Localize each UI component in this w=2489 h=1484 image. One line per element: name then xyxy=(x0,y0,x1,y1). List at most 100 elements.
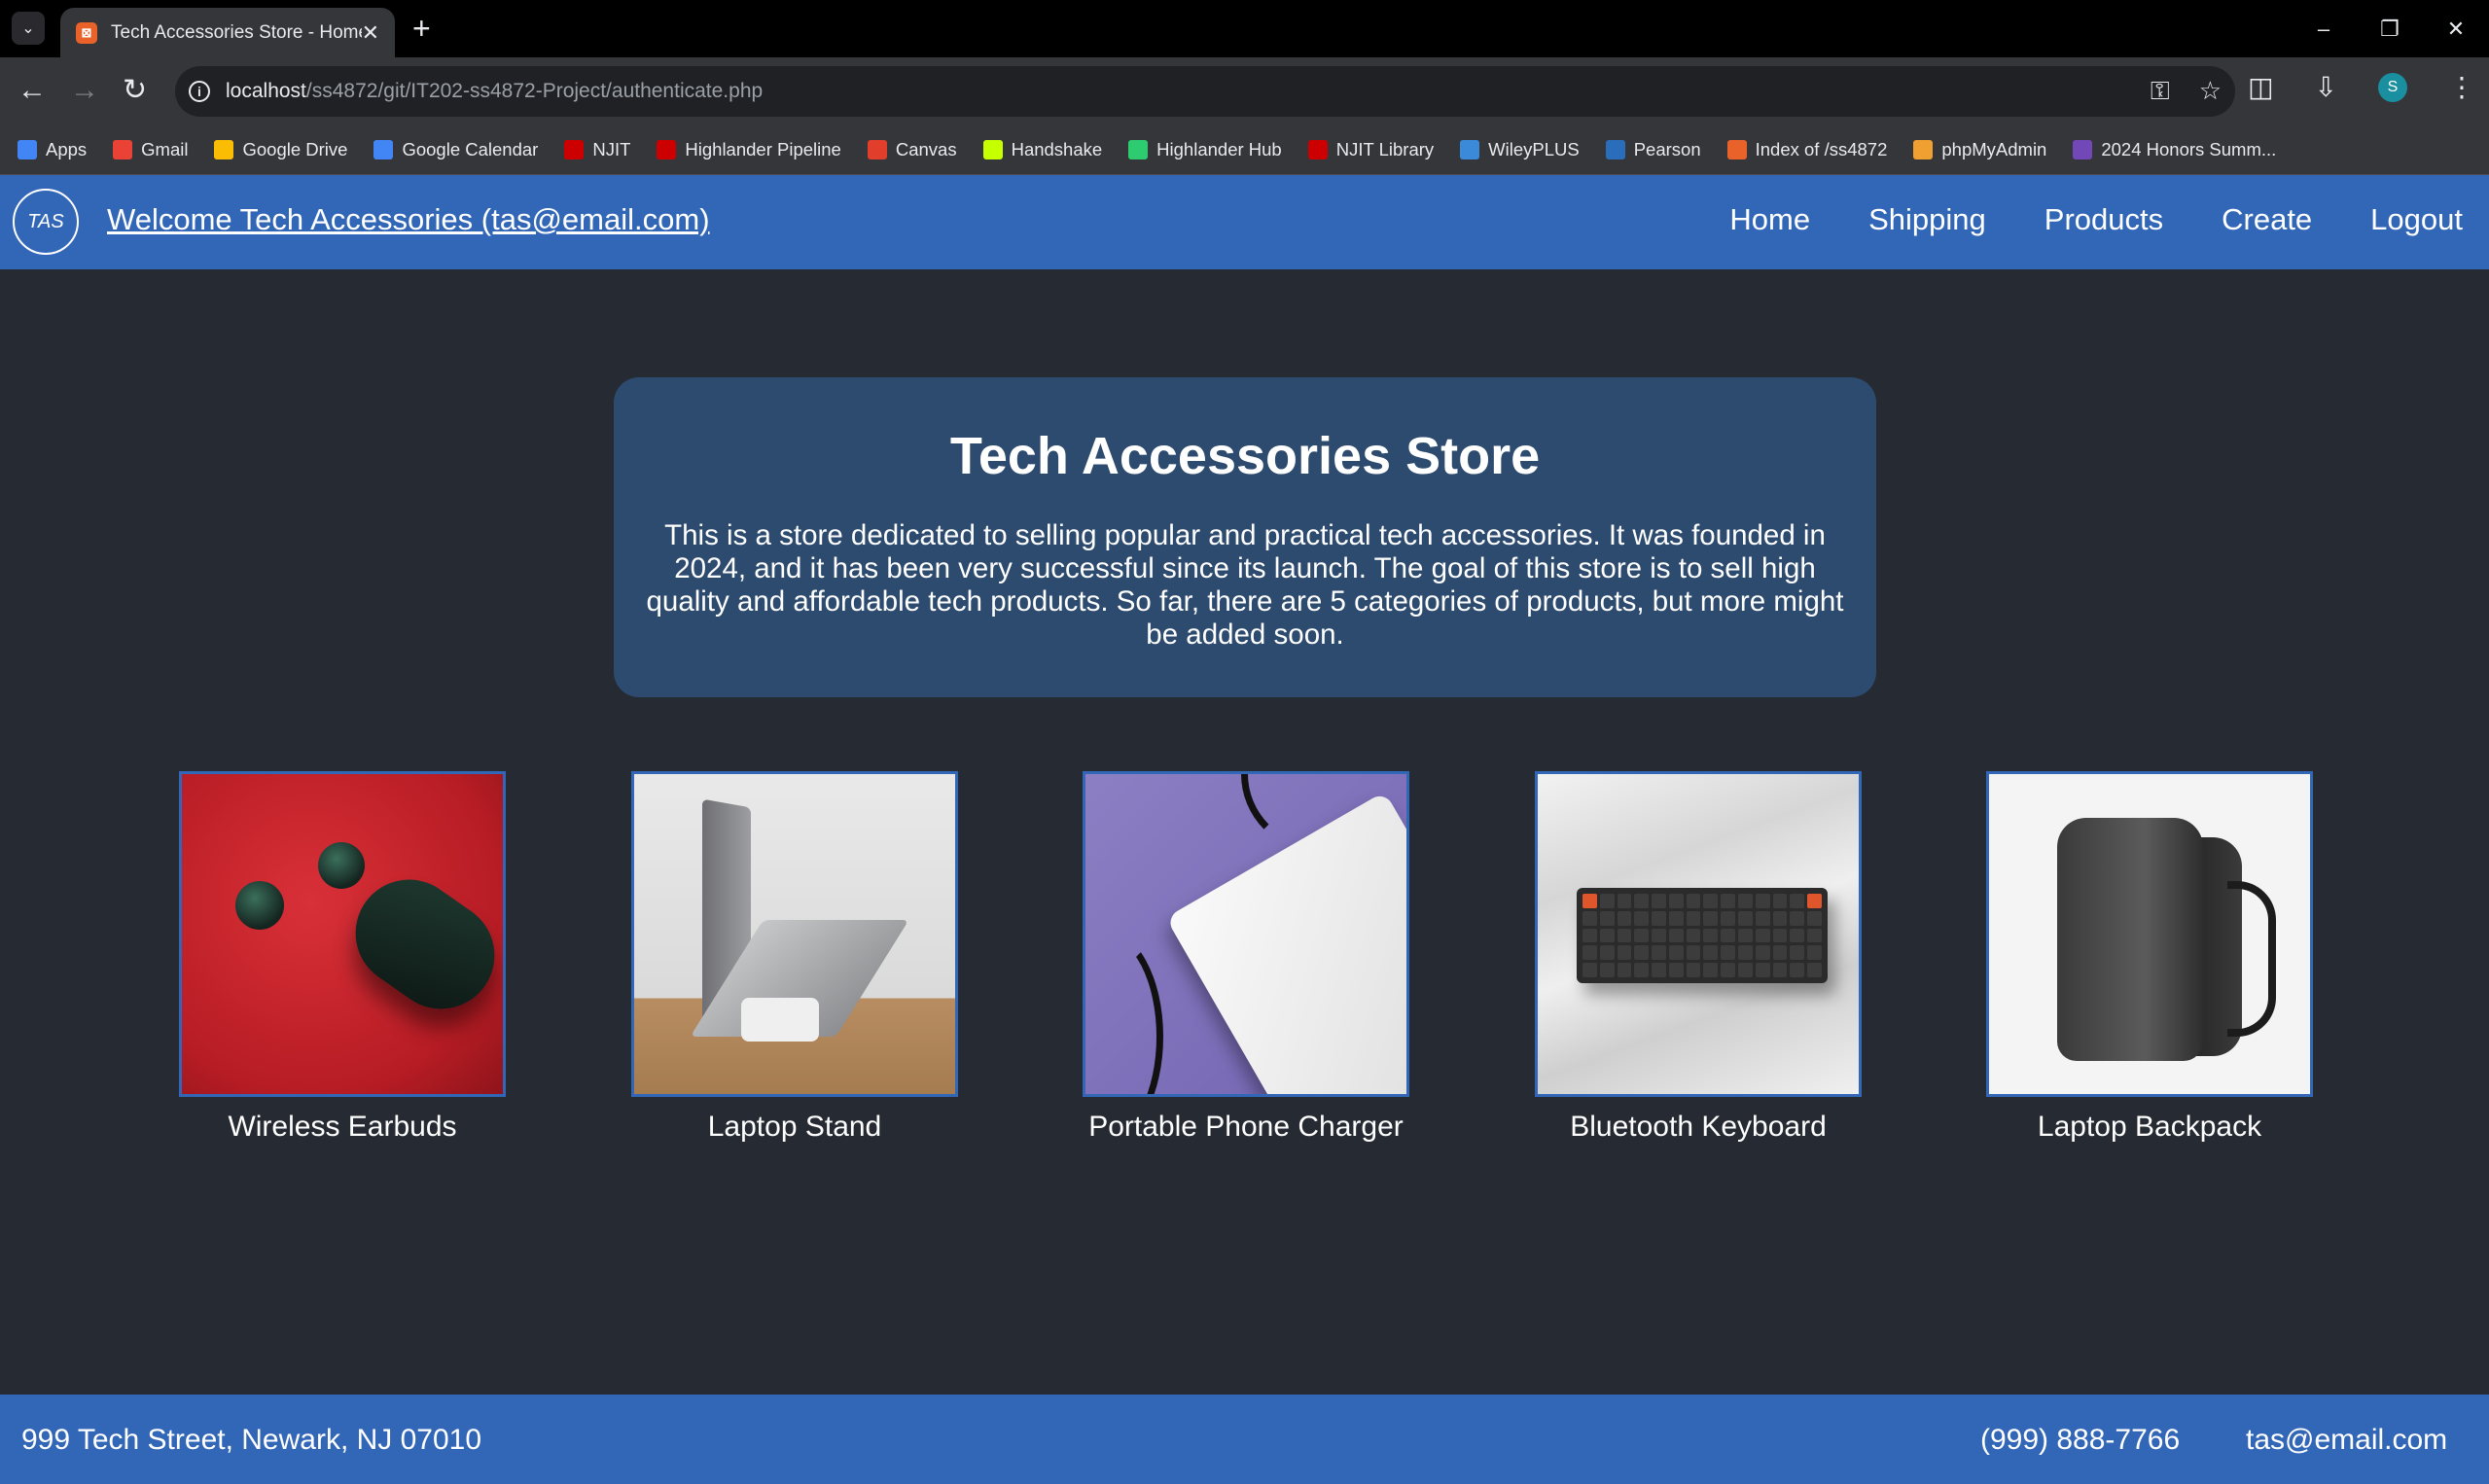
browser-toolbar: ← → ↻ i localhost/ss4872/git/IT202-ss487… xyxy=(0,57,2489,124)
bookmark-label: NJIT xyxy=(592,138,631,159)
tab-search-button[interactable]: ⌄ xyxy=(12,12,45,45)
profile-avatar[interactable]: S xyxy=(2378,72,2407,102)
wileyplus-icon xyxy=(1460,139,1480,159)
bookmark-item[interactable]: Handshake xyxy=(982,138,1103,160)
bookmark-label: 2024 Honors Summ... xyxy=(2101,138,2277,159)
bookmark-item[interactable]: Gmail xyxy=(113,139,188,160)
bookmark-item[interactable]: Highlander Pipeline xyxy=(657,138,841,160)
product-card-wireless-earbuds[interactable]: Wireless Earbuds xyxy=(179,771,506,1144)
forward-arrow-icon[interactable]: → xyxy=(70,75,99,106)
store-intro-box: Tech Accessories Store This is a store d… xyxy=(614,377,1876,697)
nav-home[interactable]: Home xyxy=(1729,202,1810,237)
bookmark-label: Pearson xyxy=(1633,138,1701,159)
bookmark-label: NJIT Library xyxy=(1335,138,1435,159)
bookmark-item[interactable]: NJIT Library xyxy=(1307,138,1435,160)
apps-grid-icon xyxy=(18,139,37,159)
product-caption: Wireless Earbuds xyxy=(228,1111,457,1143)
store-description: This is a store dedicated to selling pop… xyxy=(646,519,1844,651)
bookmark-item[interactable]: Google Drive xyxy=(214,139,347,160)
bookmark-label: Highlander Hub xyxy=(1156,138,1282,159)
google-drive-icon xyxy=(214,139,234,159)
tab-close-icon[interactable]: ✕ xyxy=(362,20,379,46)
password-key-icon[interactable]: ⚿ xyxy=(2151,76,2170,107)
bookmark-item[interactable]: Apps xyxy=(18,139,87,160)
bookmark-label: Handshake xyxy=(1011,138,1103,159)
njit-icon xyxy=(657,139,677,159)
njit-icon xyxy=(1307,139,1328,159)
bookmark-label: Gmail xyxy=(141,138,189,159)
extensions-puzzle-icon[interactable]: ◫ xyxy=(2248,71,2273,103)
store-title: Tech Accessories Store xyxy=(949,427,1541,485)
tab-title: Tech Accessories Store - Home xyxy=(111,21,362,43)
product-caption: Bluetooth Keyboard xyxy=(1570,1111,1827,1143)
bookmark-item[interactable]: Highlander Hub xyxy=(1128,139,1282,160)
bookmark-item[interactable]: Pearson xyxy=(1605,138,1701,160)
product-card-bluetooth-keyboard[interactable]: Bluetooth Keyboard xyxy=(1535,771,1862,1144)
nav-logout[interactable]: Logout xyxy=(2370,202,2463,237)
close-window-icon[interactable]: ✕ xyxy=(2423,0,2489,57)
bookmark-label: Google Drive xyxy=(242,138,348,159)
toolbar-actions: ◫ ⇩ S ⋮ xyxy=(2248,71,2475,103)
bookmark-item[interactable]: Canvas xyxy=(867,138,957,160)
back-arrow-icon[interactable]: ← xyxy=(18,75,47,106)
xampp-favicon-icon: ⊠ xyxy=(76,21,97,44)
omnibox-actions: ⚿ ☆ xyxy=(2151,76,2222,107)
product-image-laptop-stand[interactable] xyxy=(631,771,958,1097)
bookmark-label: Apps xyxy=(46,138,88,159)
product-gallery: Wireless Earbuds Laptop Stand Portable P… xyxy=(0,771,2489,1160)
form-icon xyxy=(2073,139,2093,159)
nav-create[interactable]: Create xyxy=(2222,202,2312,237)
footer-address: 999 Tech Street, Newark, NJ 07010 xyxy=(21,1424,482,1456)
main-nav: Home Shipping Products Create Logout xyxy=(1729,202,2463,237)
product-card-laptop-backpack[interactable]: Laptop Backpack xyxy=(1986,771,2313,1144)
phpmyadmin-icon xyxy=(1913,139,1934,159)
bookmark-item[interactable]: phpMyAdmin xyxy=(1913,139,2046,160)
product-image-bluetooth-keyboard[interactable] xyxy=(1535,771,1862,1097)
restore-icon[interactable]: ❐ xyxy=(2357,0,2423,57)
new-tab-plus-icon[interactable]: + xyxy=(412,12,431,45)
handshake-icon xyxy=(982,139,1003,159)
product-image-wireless-earbuds[interactable] xyxy=(179,771,506,1097)
window-controls: – ❐ ✕ xyxy=(2291,0,2489,57)
product-caption: Laptop Backpack xyxy=(2037,1111,2262,1143)
bookmark-item[interactable]: WileyPLUS xyxy=(1460,139,1580,160)
footer-phone: (999) 888-7766 xyxy=(1980,1424,2181,1456)
url-host: localhost xyxy=(226,80,306,102)
canvas-icon xyxy=(867,139,887,159)
product-card-portable-phone-charger[interactable]: Portable Phone Charger xyxy=(1083,771,1409,1144)
product-image-laptop-backpack[interactable] xyxy=(1986,771,2313,1097)
product-card-laptop-stand[interactable]: Laptop Stand xyxy=(631,771,958,1144)
reload-icon[interactable]: ↻ xyxy=(123,75,147,106)
pearson-icon xyxy=(1605,139,1625,159)
url-text[interactable]: localhost/ss4872/git/IT202-ss4872-Projec… xyxy=(226,80,763,103)
chevron-down-icon: ⌄ xyxy=(21,20,35,37)
bookmark-item[interactable]: 2024 Honors Summ... xyxy=(2073,139,2276,160)
nav-shipping[interactable]: Shipping xyxy=(1868,202,1986,237)
product-caption: Portable Phone Charger xyxy=(1088,1111,1404,1143)
bookmark-item[interactable]: NJIT xyxy=(564,139,630,160)
more-menu-icon[interactable]: ⋮ xyxy=(2448,71,2475,103)
xampp-icon xyxy=(1726,139,1747,159)
bookmark-label: phpMyAdmin xyxy=(1941,138,2047,159)
bookmark-star-icon[interactable]: ☆ xyxy=(2199,76,2222,107)
product-caption: Laptop Stand xyxy=(707,1111,882,1143)
bookmark-item[interactable]: Google Calendar xyxy=(373,139,538,160)
welcome-link[interactable]: Welcome Tech Accessories (tas@email.com) xyxy=(107,202,710,237)
gmail-icon xyxy=(113,139,133,159)
site-footer: 999 Tech Street, Newark, NJ 07010 (999) … xyxy=(0,1395,2489,1484)
download-icon[interactable]: ⇩ xyxy=(2315,71,2337,103)
site-info-icon[interactable]: i xyxy=(189,81,210,102)
bookmark-label: Google Calendar xyxy=(402,138,539,159)
minimize-icon[interactable]: – xyxy=(2291,0,2357,57)
bookmark-label: Canvas xyxy=(895,138,957,159)
bookmark-label: Index of /ss4872 xyxy=(1755,138,1888,159)
address-bar[interactable]: i localhost/ss4872/git/IT202-ss4872-Proj… xyxy=(175,66,2235,117)
browser-tab-active[interactable]: ⊠ Tech Accessories Store - Home ✕ xyxy=(60,8,395,57)
bookmark-label: Highlander Pipeline xyxy=(685,138,841,159)
nav-products[interactable]: Products xyxy=(2045,202,2163,237)
bookmark-item[interactable]: Index of /ss4872 xyxy=(1726,138,1888,160)
site-logo[interactable]: TAS xyxy=(13,189,79,255)
product-image-portable-phone-charger[interactable] xyxy=(1083,771,1409,1097)
bookmark-label: WileyPLUS xyxy=(1488,138,1580,159)
site-header: TAS Welcome Tech Accessories (tas@email.… xyxy=(0,175,2489,269)
